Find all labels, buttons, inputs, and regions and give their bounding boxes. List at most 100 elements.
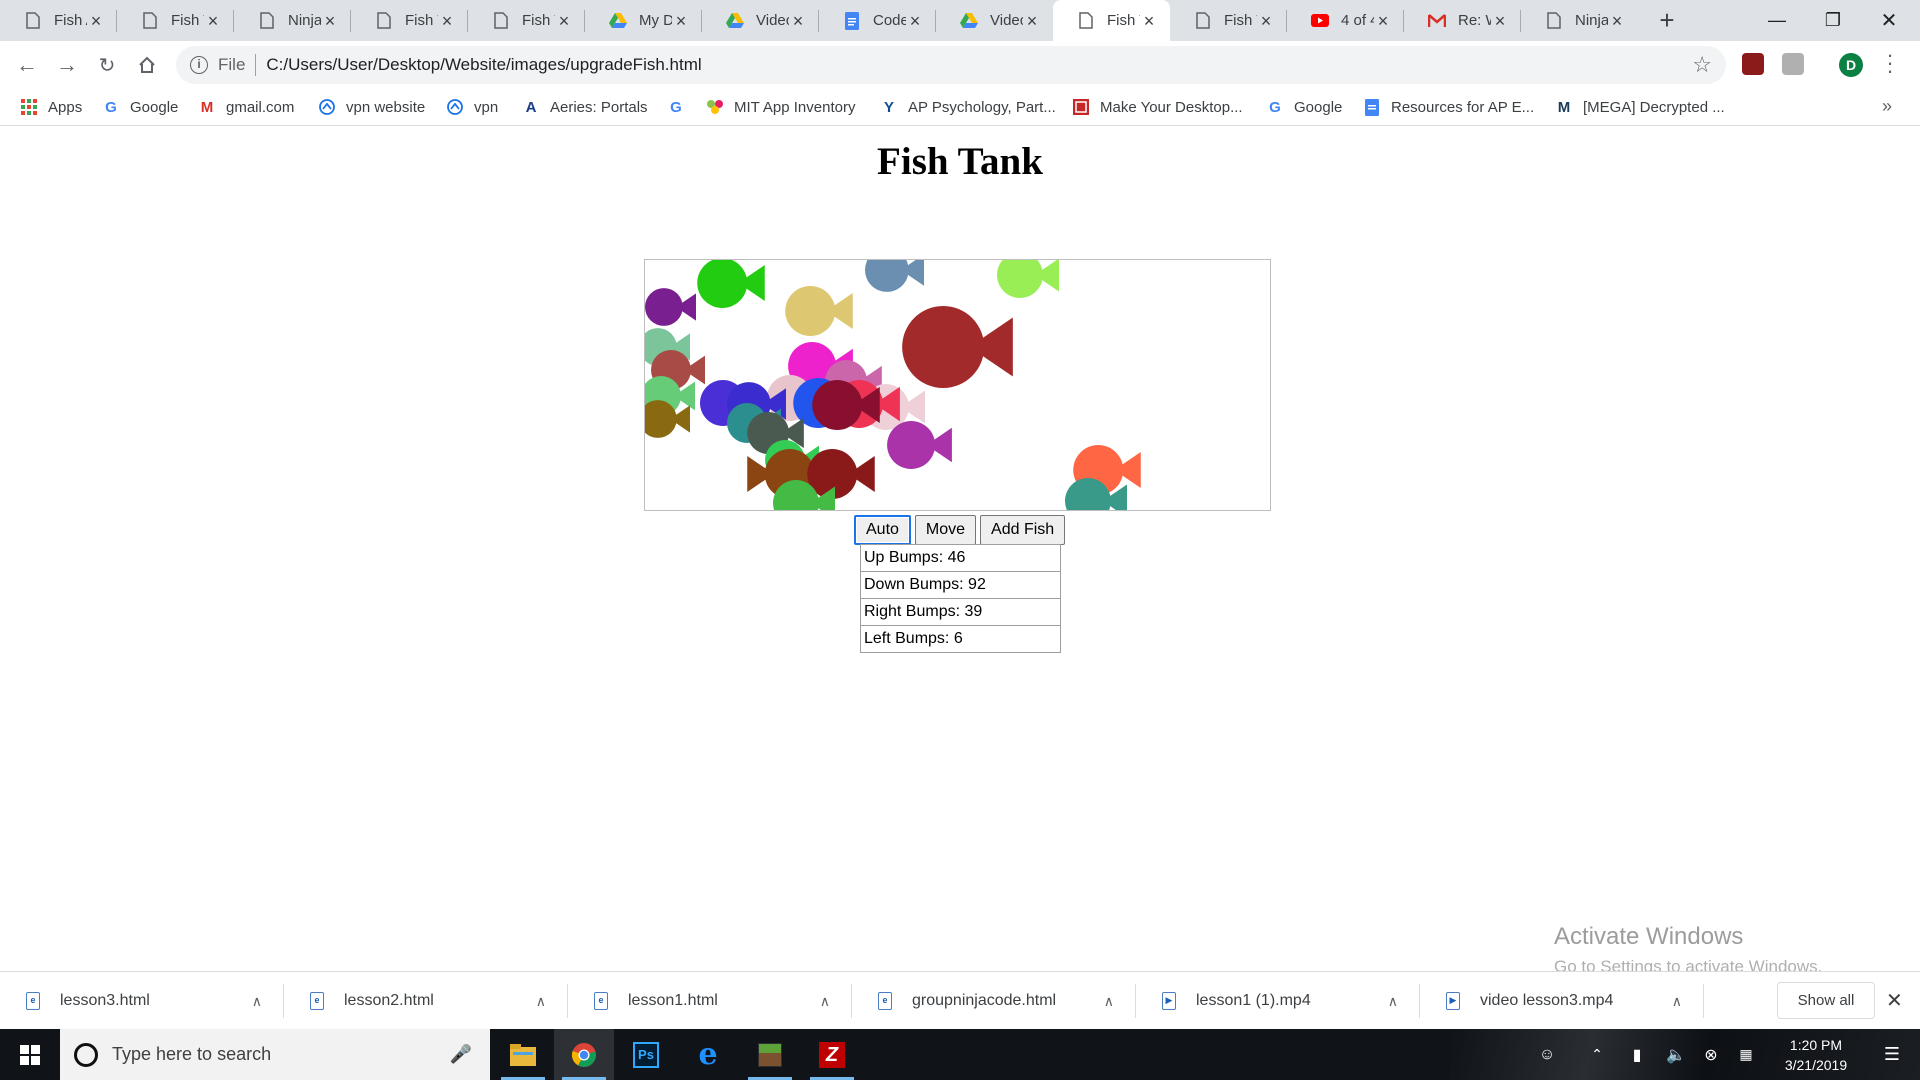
- home-button[interactable]: [131, 49, 163, 81]
- close-icon[interactable]: ✕: [1886, 988, 1903, 1013]
- url-text[interactable]: C:/Users/User/Desktop/Website/images/upg…: [266, 55, 1692, 75]
- tab-7[interactable]: Video×: [702, 0, 819, 41]
- taskbar-search[interactable]: Type here to search 🎤: [60, 1029, 490, 1080]
- close-icon[interactable]: ×: [1491, 12, 1509, 30]
- volume-icon[interactable]: 🔈: [1659, 1029, 1693, 1080]
- tab-13[interactable]: Re: W×: [1404, 0, 1521, 41]
- stat-value: 46: [947, 549, 966, 566]
- reload-button[interactable]: ↻: [91, 49, 123, 81]
- taskbar-minecraft[interactable]: [740, 1029, 800, 1080]
- bookmark-item[interactable]: Make Your Desktop...: [1072, 88, 1243, 126]
- input-method-icon[interactable]: ▦: [1729, 1029, 1763, 1080]
- taskbar-filezilla[interactable]: Z: [802, 1029, 862, 1080]
- chevron-up-icon[interactable]: ∧: [820, 993, 830, 1010]
- bookmark-item[interactable]: G Google: [1266, 88, 1342, 126]
- download-item[interactable]: e lesson3.html ∧: [0, 972, 284, 1030]
- close-icon[interactable]: ×: [1374, 12, 1392, 30]
- tab-11[interactable]: Fish T×: [1170, 0, 1287, 41]
- tab-title: Fish T: [1224, 12, 1257, 29]
- download-item[interactable]: e lesson2.html ∧: [284, 972, 568, 1030]
- new-tab-button[interactable]: +: [1652, 6, 1682, 36]
- close-icon[interactable]: ×: [555, 12, 573, 30]
- notifications-icon[interactable]: ☰: [1864, 1029, 1920, 1080]
- tab-8[interactable]: Code ×: [819, 0, 936, 41]
- chevron-up-icon[interactable]: ∧: [252, 993, 262, 1010]
- close-icon[interactable]: ×: [1608, 12, 1626, 30]
- tab-10[interactable]: Fish T×: [1053, 0, 1170, 41]
- back-button[interactable]: ←: [11, 49, 43, 81]
- tab-12[interactable]: 4 of 4×: [1287, 0, 1404, 41]
- bookmark-item[interactable]: MIT App Inventory: [706, 88, 855, 126]
- taskbar-edge[interactable]: e: [678, 1029, 738, 1080]
- close-icon[interactable]: ×: [906, 12, 924, 30]
- download-item[interactable]: e groupninjacode.html ∧: [852, 972, 1136, 1030]
- close-icon[interactable]: ×: [1023, 12, 1041, 30]
- bookmark-item[interactable]: Apps: [20, 88, 82, 126]
- tab-1[interactable]: Fish A×: [0, 0, 117, 41]
- close-icon[interactable]: ×: [789, 12, 807, 30]
- network-icon[interactable]: ⊗: [1694, 1029, 1728, 1080]
- bookmark-item[interactable]: G: [667, 88, 695, 126]
- download-item[interactable]: ▶ lesson1 (1).mp4 ∧: [1136, 972, 1420, 1030]
- extension-icon[interactable]: [1782, 53, 1804, 75]
- download-item[interactable]: ▶ video lesson3.mp4 ∧: [1420, 972, 1704, 1030]
- chevron-up-icon[interactable]: ∧: [1104, 993, 1114, 1010]
- add-fish-button[interactable]: Add Fish: [980, 515, 1066, 545]
- download-filename: lesson3.html: [60, 992, 150, 1009]
- close-icon[interactable]: ×: [1140, 12, 1158, 30]
- tab-6[interactable]: My D ×: [585, 0, 702, 41]
- close-icon[interactable]: ×: [321, 12, 339, 30]
- chevron-up-icon[interactable]: ∧: [1672, 993, 1682, 1010]
- bookmark-item[interactable]: vpn website: [318, 88, 425, 126]
- download-item[interactable]: e lesson1.html ∧: [568, 972, 852, 1030]
- close-icon[interactable]: ×: [87, 12, 105, 30]
- taskbar-file-explorer[interactable]: [493, 1029, 553, 1080]
- chevron-up-icon[interactable]: ∧: [1388, 993, 1398, 1010]
- forward-button[interactable]: →: [51, 49, 83, 81]
- taskbar-chrome[interactable]: [554, 1029, 614, 1080]
- restore-button[interactable]: ❐: [1805, 0, 1861, 41]
- bookmark-item[interactable]: Mgmail.com: [198, 88, 295, 126]
- tab-9[interactable]: Video×: [936, 0, 1053, 41]
- people-icon[interactable]: ☺: [1530, 1029, 1564, 1080]
- close-icon[interactable]: ×: [1257, 12, 1275, 30]
- ublock-extension-icon[interactable]: [1742, 53, 1764, 75]
- show-all-button[interactable]: Show all: [1777, 982, 1875, 1019]
- battery-icon[interactable]: ▮: [1620, 1029, 1654, 1080]
- bookmark-item[interactable]: A Aeries: Portals: [522, 88, 648, 126]
- move-button[interactable]: Move: [914, 515, 977, 545]
- minimize-button[interactable]: —: [1749, 0, 1805, 41]
- tab-4[interactable]: Fish T×: [351, 0, 468, 41]
- close-icon[interactable]: ×: [204, 12, 222, 30]
- auto-button[interactable]: Auto: [854, 515, 911, 545]
- bookmark-item[interactable]: Resources for AP E...: [1363, 88, 1534, 126]
- chevron-up-icon[interactable]: ⌃: [1580, 1029, 1614, 1080]
- bookmark-star-icon[interactable]: ☆: [1692, 52, 1712, 78]
- bookmark-item[interactable]: vpn: [446, 88, 498, 126]
- html-file-icon: e: [26, 992, 40, 1010]
- address-bar[interactable]: i File C:/Users/User/Desktop/Website/ima…: [176, 46, 1726, 84]
- close-icon[interactable]: ×: [438, 12, 456, 30]
- chevron-right-icon[interactable]: »: [1882, 96, 1892, 117]
- tab-2[interactable]: Fish T×: [117, 0, 234, 41]
- tab-14[interactable]: Ninja ×: [1521, 0, 1638, 41]
- start-button[interactable]: [0, 1029, 60, 1080]
- tab-5[interactable]: Fish T×: [468, 0, 585, 41]
- site-info-icon[interactable]: i: [190, 56, 208, 74]
- page-icon: [141, 12, 159, 30]
- cortana-icon[interactable]: [74, 1042, 98, 1067]
- microphone-icon[interactable]: 🎤: [450, 1044, 472, 1065]
- fish-tank-canvas[interactable]: [644, 259, 1271, 511]
- page-icon: [375, 12, 393, 30]
- bookmark-item[interactable]: Y AP Psychology, Part...: [880, 88, 1056, 126]
- bookmark-item[interactable]: M [MEGA] Decrypted ...: [1555, 88, 1725, 126]
- chevron-up-icon[interactable]: ∧: [536, 993, 546, 1010]
- bookmark-item[interactable]: G Google: [102, 88, 178, 126]
- close-window-button[interactable]: ✕: [1861, 0, 1917, 41]
- profile-avatar[interactable]: D: [1839, 53, 1863, 77]
- close-icon[interactable]: ×: [672, 12, 690, 30]
- taskbar-clock[interactable]: 1:20 PM 3/21/2019: [1768, 1035, 1864, 1075]
- tab-3[interactable]: Ninja ×: [234, 0, 351, 41]
- taskbar-photoshop[interactable]: Ps: [616, 1029, 676, 1080]
- menu-dots-icon[interactable]: · · ·: [1883, 44, 1897, 82]
